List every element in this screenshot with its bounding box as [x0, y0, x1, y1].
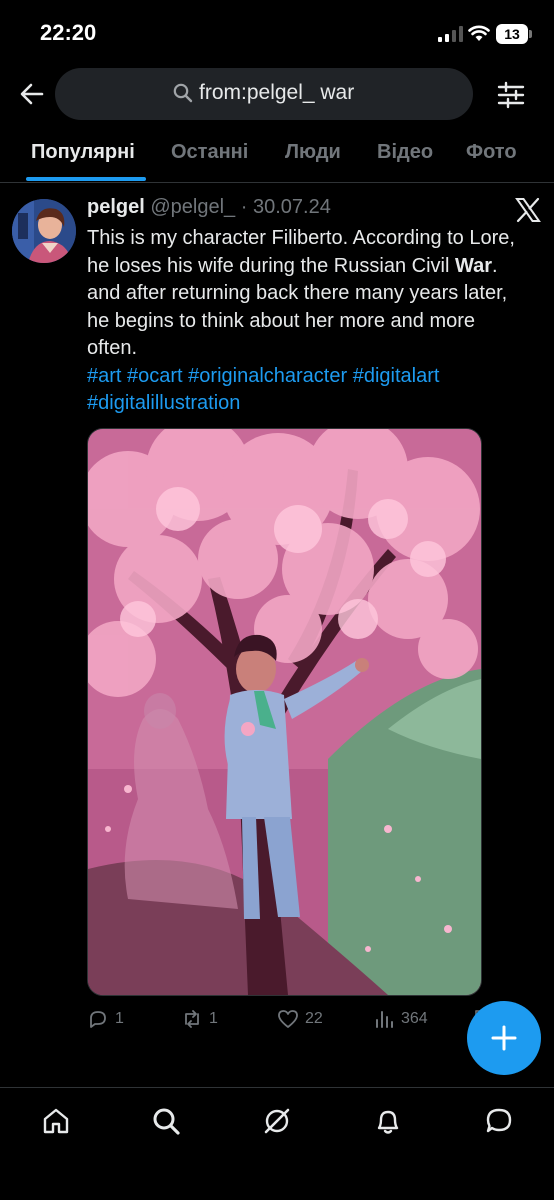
home-icon[interactable] [41, 1106, 71, 1136]
message-icon[interactable] [484, 1106, 514, 1136]
tab-video[interactable]: Відео [377, 141, 433, 164]
like-button[interactable]: 22 [277, 1005, 323, 1033]
post-text: This is my character Filiberto. Accordin… [87, 225, 527, 418]
search-query: from:pelgel_ war [199, 81, 355, 104]
view-count: 364 [401, 1010, 428, 1027]
repost-count: 1 [209, 1010, 218, 1027]
search-tabs: Популярні Останні Люди Відео Фото [0, 130, 554, 183]
bell-icon[interactable] [373, 1106, 403, 1136]
compose-button[interactable] [467, 1001, 541, 1075]
reply-button[interactable]: 1 [87, 1005, 124, 1033]
post-text-part1: This is my character Filiberto. Accordin… [87, 227, 515, 277]
signal-icon [438, 26, 463, 42]
search-icon [173, 83, 193, 103]
sliders-icon[interactable] [496, 80, 526, 110]
heart-icon [278, 1010, 298, 1028]
display-name[interactable]: pelgel [87, 196, 145, 218]
search-header: from:pelgel_ war [0, 68, 554, 124]
search-input[interactable]: from:pelgel_ war [55, 68, 473, 120]
tab-people[interactable]: Люди [285, 141, 341, 164]
tab-photos[interactable]: Фото [466, 141, 517, 164]
post-image[interactable] [87, 428, 482, 996]
post-text-highlight: War [454, 254, 492, 277]
like-count: 22 [305, 1010, 323, 1027]
repost-button[interactable]: 1 [181, 1005, 218, 1033]
separator: · [240, 196, 248, 218]
battery-level: 13 [496, 24, 528, 44]
tab-popular[interactable]: Популярні [31, 141, 135, 164]
tab-latest[interactable]: Останні [171, 141, 248, 164]
active-tab-indicator [26, 177, 146, 181]
analytics-icon [376, 1011, 393, 1028]
repost-icon [185, 1010, 199, 1028]
reply-count: 1 [115, 1010, 124, 1027]
avatar[interactable] [12, 199, 76, 263]
artwork-illustration [88, 429, 481, 995]
post-actions: 1 1 22 364 [87, 1005, 507, 1035]
post-header: pelgel @pelgel_ · 30.07.24 [87, 196, 331, 219]
status-bar: 22:20 13 [0, 0, 554, 64]
grok-icon[interactable] [262, 1106, 292, 1136]
search-icon[interactable] [151, 1106, 181, 1136]
post-date[interactable]: 30.07.24 [253, 196, 331, 218]
x-logo-icon[interactable] [515, 197, 541, 223]
user-handle[interactable]: @pelgel_ [150, 196, 235, 218]
post[interactable]: pelgel @pelgel_ · 30.07.24 This is my ch… [0, 183, 554, 1086]
battery-icon: 13 [496, 24, 532, 44]
reply-icon [90, 1011, 106, 1028]
bottom-navigation [0, 1087, 554, 1200]
arrow-left-icon[interactable] [18, 80, 46, 108]
wifi-icon [468, 25, 490, 41]
plus-icon [491, 1025, 517, 1051]
hashtags[interactable]: #art #ocart #originalcharacter #digitala… [87, 365, 439, 415]
views-button[interactable]: 364 [373, 1005, 428, 1033]
status-time: 22:20 [40, 20, 97, 45]
